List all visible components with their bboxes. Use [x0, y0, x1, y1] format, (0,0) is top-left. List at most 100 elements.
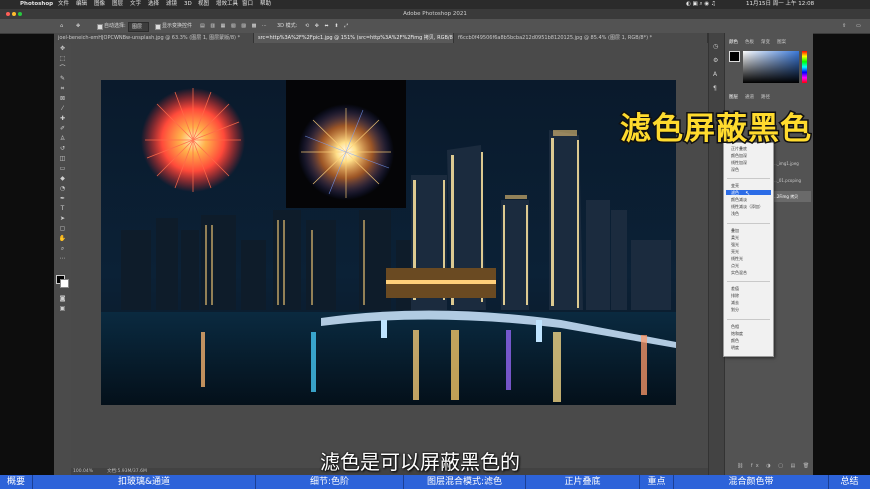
- layer-footer-icons[interactable]: ⛓ fx ◑ ▢ ▤ 🗑: [737, 463, 812, 469]
- blend-option[interactable]: 亮光: [731, 249, 739, 254]
- pen-tool-icon[interactable]: ✒: [58, 195, 67, 202]
- menu-select[interactable]: 选择: [148, 0, 159, 9]
- blend-option[interactable]: 叠加: [731, 228, 739, 233]
- show-transform-checkbox[interactable]: [155, 24, 161, 30]
- background-color-swatch[interactable]: [60, 279, 69, 288]
- blend-option[interactable]: 明度: [731, 345, 739, 350]
- blend-option[interactable]: 线性加深: [731, 160, 747, 165]
- tab-document-1[interactable]: joel-beneich-emHJOPCWNBw-unsplash.jpg @ …: [54, 33, 254, 43]
- 3d-mode-icons[interactable]: ⟲ ✥ ⬌ ⬍ ⤢: [305, 19, 350, 33]
- dodge-tool-icon[interactable]: ◔: [58, 185, 67, 192]
- blend-option[interactable]: 线性光: [731, 256, 743, 261]
- tab-layers[interactable]: 图层: [729, 94, 738, 100]
- eyedropper-tool-icon[interactable]: ⁄: [58, 105, 67, 112]
- blend-option[interactable]: 强光: [731, 242, 739, 247]
- menu-plugins[interactable]: 增效工具: [216, 0, 238, 9]
- chapter-item[interactable]: 重点: [640, 475, 673, 489]
- move-tool-icon[interactable]: ✥: [58, 45, 67, 52]
- blend-option[interactable]: 变亮: [731, 183, 739, 188]
- stamp-tool-icon[interactable]: ♙: [58, 135, 67, 142]
- blend-option[interactable]: 减去: [731, 300, 739, 305]
- chapter-item[interactable]: 正片叠底: [526, 475, 639, 489]
- blend-option[interactable]: 颜色加深: [731, 153, 747, 158]
- chapter-item[interactable]: 扣玻璃&通道: [33, 475, 255, 489]
- layer-item-1[interactable]: ..._img1.jpeg: [773, 161, 799, 166]
- menu-filter[interactable]: 滤镜: [166, 0, 177, 9]
- zoom-tool-icon[interactable]: ⌕: [58, 245, 67, 252]
- menu-help[interactable]: 帮助: [260, 0, 271, 9]
- blend-option[interactable]: 点光: [731, 263, 739, 268]
- properties-icon[interactable]: ⚙: [713, 57, 718, 64]
- brush-tool-icon[interactable]: ✐: [58, 125, 67, 132]
- character-icon[interactable]: A: [713, 71, 717, 78]
- move-tool-icon[interactable]: ✥: [76, 19, 80, 33]
- hand-tool-icon[interactable]: ✋: [58, 235, 67, 242]
- blend-option[interactable]: 排除: [731, 293, 739, 298]
- quick-mask-icon[interactable]: ◙: [58, 295, 67, 302]
- home-icon[interactable]: ⌂: [60, 19, 63, 33]
- blend-option[interactable]: 深色: [731, 167, 739, 172]
- more-tools-icon[interactable]: ⋯: [58, 255, 67, 262]
- align-icons[interactable]: ▤ ▥ ▦ ▧ ▨ ▩ ⋯: [200, 19, 269, 33]
- zoom-window-button[interactable]: [18, 12, 22, 16]
- tab-patterns[interactable]: 图案: [777, 39, 786, 45]
- chapter-item[interactable]: 混合颜色带: [674, 475, 828, 489]
- quick-select-tool-icon[interactable]: ✎: [58, 75, 67, 82]
- menu-file[interactable]: 文件: [58, 0, 69, 9]
- minimize-window-button[interactable]: [12, 12, 16, 16]
- lasso-tool-icon[interactable]: ⌒: [58, 65, 67, 72]
- menu-edit[interactable]: 编辑: [76, 0, 87, 9]
- blend-option[interactable]: 线性减淡（添加）: [731, 204, 763, 209]
- shape-tool-icon[interactable]: ▢: [58, 225, 67, 232]
- color-foreground-chip[interactable]: [729, 51, 740, 62]
- blend-option[interactable]: 饱和度: [731, 331, 743, 336]
- history-brush-icon[interactable]: ↺: [58, 145, 67, 152]
- chapter-item[interactable]: 细节:色阶: [256, 475, 403, 489]
- chapter-item[interactable]: 概要: [0, 475, 32, 489]
- blend-option[interactable]: 实色混合: [731, 270, 747, 275]
- menu-3d[interactable]: 3D: [184, 0, 192, 9]
- blend-option[interactable]: 柔光: [731, 235, 739, 240]
- tab-channels[interactable]: 通道: [745, 94, 754, 100]
- blend-option[interactable]: 颜色减淡: [731, 197, 747, 202]
- tab-color[interactable]: 颜色: [729, 39, 738, 45]
- eraser-tool-icon[interactable]: ◫: [58, 155, 67, 162]
- path-select-tool-icon[interactable]: ➤: [58, 215, 67, 222]
- healing-tool-icon[interactable]: ✚: [58, 115, 67, 122]
- workspace-icon[interactable]: ▭: [856, 19, 861, 33]
- frame-tool-icon[interactable]: ⊠: [58, 95, 67, 102]
- paragraph-icon[interactable]: ¶: [713, 85, 717, 92]
- layer-select-dropdown[interactable]: 图层: [128, 22, 150, 32]
- menu-window[interactable]: 窗口: [242, 0, 253, 9]
- blend-option[interactable]: 色相: [731, 324, 739, 329]
- color-picker-field[interactable]: [743, 51, 799, 83]
- menu-layer[interactable]: 图层: [112, 0, 123, 9]
- history-icon[interactable]: ◷: [713, 43, 718, 50]
- tab-document-2[interactable]: src=http%3A%2F%2Fpic1.jpg @ 151% (src=ht…: [254, 33, 454, 43]
- tab-document-3[interactable]: f6ccb0f49506f6a8b5bcba212d0951b8120125.j…: [454, 33, 708, 43]
- crop-tool-icon[interactable]: ⌗: [58, 85, 67, 92]
- close-window-button[interactable]: [6, 12, 10, 16]
- type-tool-icon[interactable]: T: [58, 205, 67, 212]
- share-icon[interactable]: ⇪: [842, 19, 846, 33]
- blend-mode-menu[interactable]: 正片叠底 颜色加深 线性加深 深色 变亮 滤色 颜色减淡 线性减淡（添加） 浅色…: [723, 142, 774, 357]
- menu-view[interactable]: 视图: [198, 0, 209, 9]
- auto-select-checkbox[interactable]: [97, 24, 103, 30]
- menu-app[interactable]: Photoshop: [20, 0, 53, 9]
- menu-image[interactable]: 图像: [94, 0, 105, 9]
- blend-option[interactable]: 颜色: [731, 338, 739, 343]
- zoom-level[interactable]: 100.04%: [73, 468, 93, 475]
- blend-option[interactable]: 划分: [731, 307, 739, 312]
- document-canvas[interactable]: [101, 80, 676, 405]
- chapter-item[interactable]: 图层混合模式:滤色: [404, 475, 525, 489]
- menu-type[interactable]: 文字: [130, 0, 141, 9]
- chapter-item[interactable]: 总结: [829, 475, 870, 489]
- tab-paths[interactable]: 路径: [761, 94, 770, 100]
- blur-tool-icon[interactable]: ◆: [58, 175, 67, 182]
- layer-item-2[interactable]: ..._01.pcoping: [773, 178, 801, 183]
- blend-option[interactable]: 浅色: [731, 211, 739, 216]
- marquee-tool-icon[interactable]: ⬚: [58, 55, 67, 62]
- gradient-tool-icon[interactable]: ▭: [58, 165, 67, 172]
- tab-gradients[interactable]: 渐变: [761, 39, 770, 45]
- tab-swatches[interactable]: 色板: [745, 39, 754, 45]
